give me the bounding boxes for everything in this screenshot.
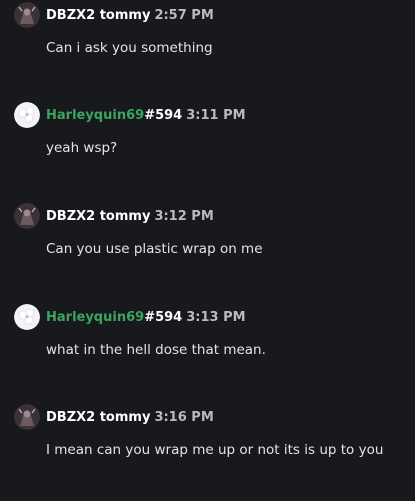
username[interactable]: DBZX2 tommy	[46, 8, 150, 23]
message-text: Can i ask you something	[46, 40, 213, 56]
user-tag: #594	[144, 309, 183, 325]
message-text: Can you use plastic wrap on me	[46, 241, 263, 257]
white-flower-avatar-icon[interactable]	[14, 304, 40, 330]
message-text: I mean can you wrap me up or not its is …	[46, 442, 384, 458]
user-tag: #594	[144, 107, 183, 123]
dark-character-avatar-icon[interactable]	[14, 404, 40, 430]
message-text: what in the hell dose that mean.	[46, 342, 266, 358]
message-header: Harleyquin69 #594 3:11 PM	[14, 101, 409, 129]
message-header: DBZX2 tommy 2:57 PM	[14, 1, 409, 29]
username[interactable]: Harleyquin69	[46, 108, 144, 123]
message-header: DBZX2 tommy 3:12 PM	[14, 202, 409, 230]
username[interactable]: DBZX2 tommy	[46, 209, 150, 224]
dark-character-avatar-icon[interactable]	[14, 203, 40, 229]
timestamp: 3:12 PM	[154, 208, 214, 224]
message-text: yeah wsp?	[46, 140, 118, 156]
white-flower-avatar-icon[interactable]	[14, 102, 40, 128]
chat-message: Harleyquin69 #594 3:11 PM yeah wsp?	[14, 101, 409, 156]
dark-character-avatar-icon[interactable]	[14, 2, 40, 28]
timestamp: 3:16 PM	[154, 409, 214, 425]
chat-message: Harleyquin69 #594 3:13 PM what in the he…	[14, 303, 409, 358]
timestamp: 3:13 PM	[186, 309, 246, 325]
message-header: Harleyquin69 #594 3:13 PM	[14, 303, 409, 331]
timestamp: 3:11 PM	[186, 107, 246, 123]
chat-message: DBZX2 tommy 2:57 PM Can i ask you someth…	[14, 1, 409, 56]
username[interactable]: DBZX2 tommy	[46, 410, 150, 425]
timestamp: 2:57 PM	[154, 7, 214, 23]
message-header: DBZX2 tommy 3:16 PM	[14, 403, 409, 431]
chat-message: DBZX2 tommy 3:16 PM I mean can you wrap …	[14, 403, 409, 458]
chat-message: DBZX2 tommy 3:12 PM Can you use plastic …	[14, 202, 409, 257]
username[interactable]: Harleyquin69	[46, 310, 144, 325]
